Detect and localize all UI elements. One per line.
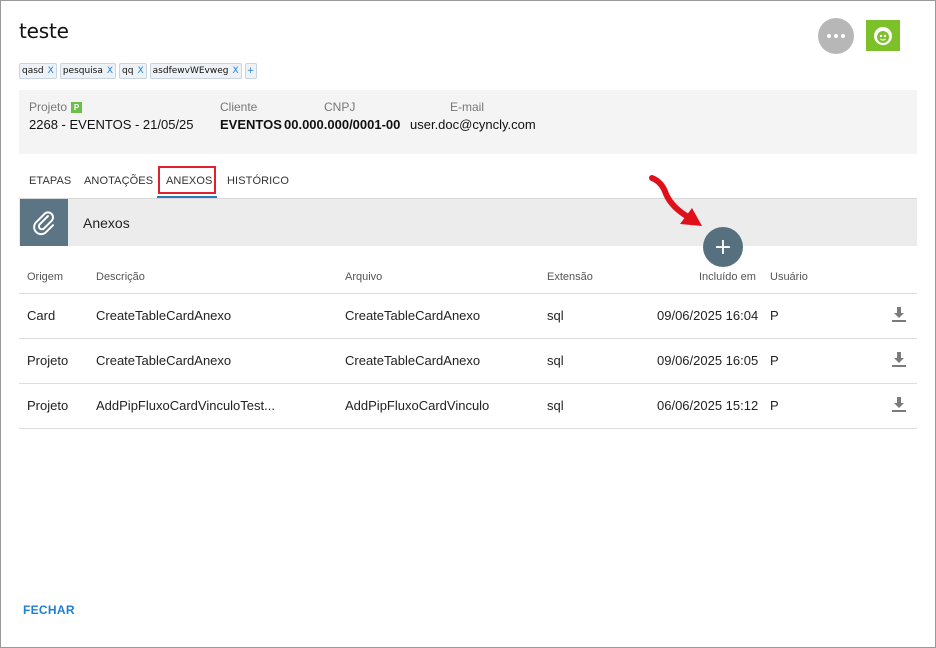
download-icon[interactable]	[891, 306, 907, 324]
cell-origem: Card	[27, 308, 56, 323]
cell-incluido-em: 09/06/2025 16:05	[657, 353, 759, 368]
projeto-label: Projeto P	[29, 100, 83, 114]
tag: qq X	[119, 63, 147, 79]
tab-anotacoes[interactable]: ANOTAÇÕES	[84, 175, 153, 187]
cell-extensao: sql	[547, 353, 564, 368]
highlight-box	[158, 166, 216, 194]
table-row[interactable]: Card CreateTableCardAnexo CreateTableCar…	[19, 294, 917, 339]
avatar[interactable]	[866, 20, 900, 51]
col-incluido-em[interactable]: Incluído em	[699, 271, 756, 283]
user-face-icon	[874, 26, 892, 45]
tag-label: qasd	[22, 66, 44, 76]
tag: qasd X	[19, 63, 57, 79]
red-arrow-annotation	[649, 175, 702, 226]
col-usuario[interactable]: Usuário	[770, 271, 808, 283]
col-origem[interactable]: Origem	[27, 271, 63, 283]
download-icon[interactable]	[891, 396, 907, 414]
cell-extensao: sql	[547, 308, 564, 323]
tag-list: qasd X pesquisa X qq X asdfewvWEvweg X +	[19, 63, 257, 79]
col-extensao[interactable]: Extensão	[547, 271, 593, 283]
cell-arquivo: CreateTableCardAnexo	[345, 353, 481, 368]
cliente-label: Cliente	[220, 100, 258, 114]
tab-historico[interactable]: HISTÓRICO	[227, 175, 289, 187]
projeto-badge: P	[71, 102, 83, 113]
tag-remove-button[interactable]: X	[137, 66, 143, 76]
projeto-label-text: Projeto	[29, 100, 68, 114]
cell-origem: Projeto	[27, 398, 69, 413]
cell-arquivo: AddPipFluxoCardVinculo	[345, 398, 490, 413]
anexos-section-header: Anexos	[19, 199, 917, 246]
cell-incluido-em: 09/06/2025 16:04	[657, 308, 759, 323]
tab-etapas[interactable]: ETAPAS	[29, 175, 71, 187]
table-row[interactable]: Projeto CreateTableCardAnexo CreateTable…	[19, 339, 917, 384]
dot-icon	[841, 34, 845, 38]
cnpj-value: 00.000.000/0001-00	[284, 117, 401, 132]
table-header: Origem Descrição Arquivo Extensão Incluí…	[19, 262, 917, 294]
more-options-button[interactable]	[818, 18, 854, 54]
tag-remove-button[interactable]: X	[107, 66, 113, 76]
add-tag-button[interactable]: +	[244, 63, 257, 79]
paperclip-icon	[33, 210, 54, 235]
paperclip-icon-box	[20, 199, 68, 246]
project-info-panel: Projeto P 2268 - EVENTOS - 21/05/25 Clien…	[19, 90, 917, 154]
download-icon[interactable]	[891, 351, 907, 369]
cell-usuario: P	[770, 353, 779, 368]
cell-usuario: P	[770, 308, 779, 323]
dot-icon	[827, 34, 831, 38]
cell-extensao: sql	[547, 398, 564, 413]
email-value: user.doc@cyncly.com	[410, 117, 536, 132]
cliente-value: EVENTOS	[220, 117, 282, 132]
tag-label: asdfewvWEvweg	[152, 66, 229, 76]
tag: asdfewvWEvweg X	[149, 63, 242, 79]
table-row[interactable]: Projeto AddPipFluxoCardVinculoTest... Ad…	[19, 384, 917, 429]
col-descricao[interactable]: Descrição	[96, 271, 145, 283]
active-tab-indicator	[157, 196, 217, 198]
cell-descricao-link[interactable]: CreateTableCardAnexo	[96, 308, 231, 323]
cell-descricao: AddPipFluxoCardVinculoTest...	[96, 398, 275, 413]
tag-remove-button[interactable]: X	[48, 66, 54, 76]
tag-remove-button[interactable]: X	[233, 66, 239, 76]
cell-usuario: P	[770, 398, 779, 413]
page-title: teste	[19, 19, 69, 43]
tab-bar: ETAPAS ANOTAÇÕES ANEXOS HISTÓRICO	[19, 166, 917, 199]
close-button[interactable]: FECHAR	[23, 603, 75, 617]
col-arquivo[interactable]: Arquivo	[345, 271, 382, 283]
cell-origem: Projeto	[27, 353, 69, 368]
projeto-link[interactable]: 2268 - EVENTOS - 21/05/25	[29, 117, 194, 132]
dot-icon	[834, 34, 838, 38]
email-label: E-mail	[450, 100, 485, 114]
cell-incluido-em: 06/06/2025 15:12	[657, 398, 759, 413]
cell-descricao: CreateTableCardAnexo	[96, 353, 232, 368]
tag: pesquisa X	[59, 63, 117, 79]
tag-label: pesquisa	[62, 66, 103, 76]
tag-label: qq	[122, 66, 134, 76]
cell-arquivo: CreateTableCardAnexo	[345, 308, 481, 323]
section-title: Anexos	[83, 215, 130, 231]
cnpj-label: CNPJ	[324, 100, 356, 114]
